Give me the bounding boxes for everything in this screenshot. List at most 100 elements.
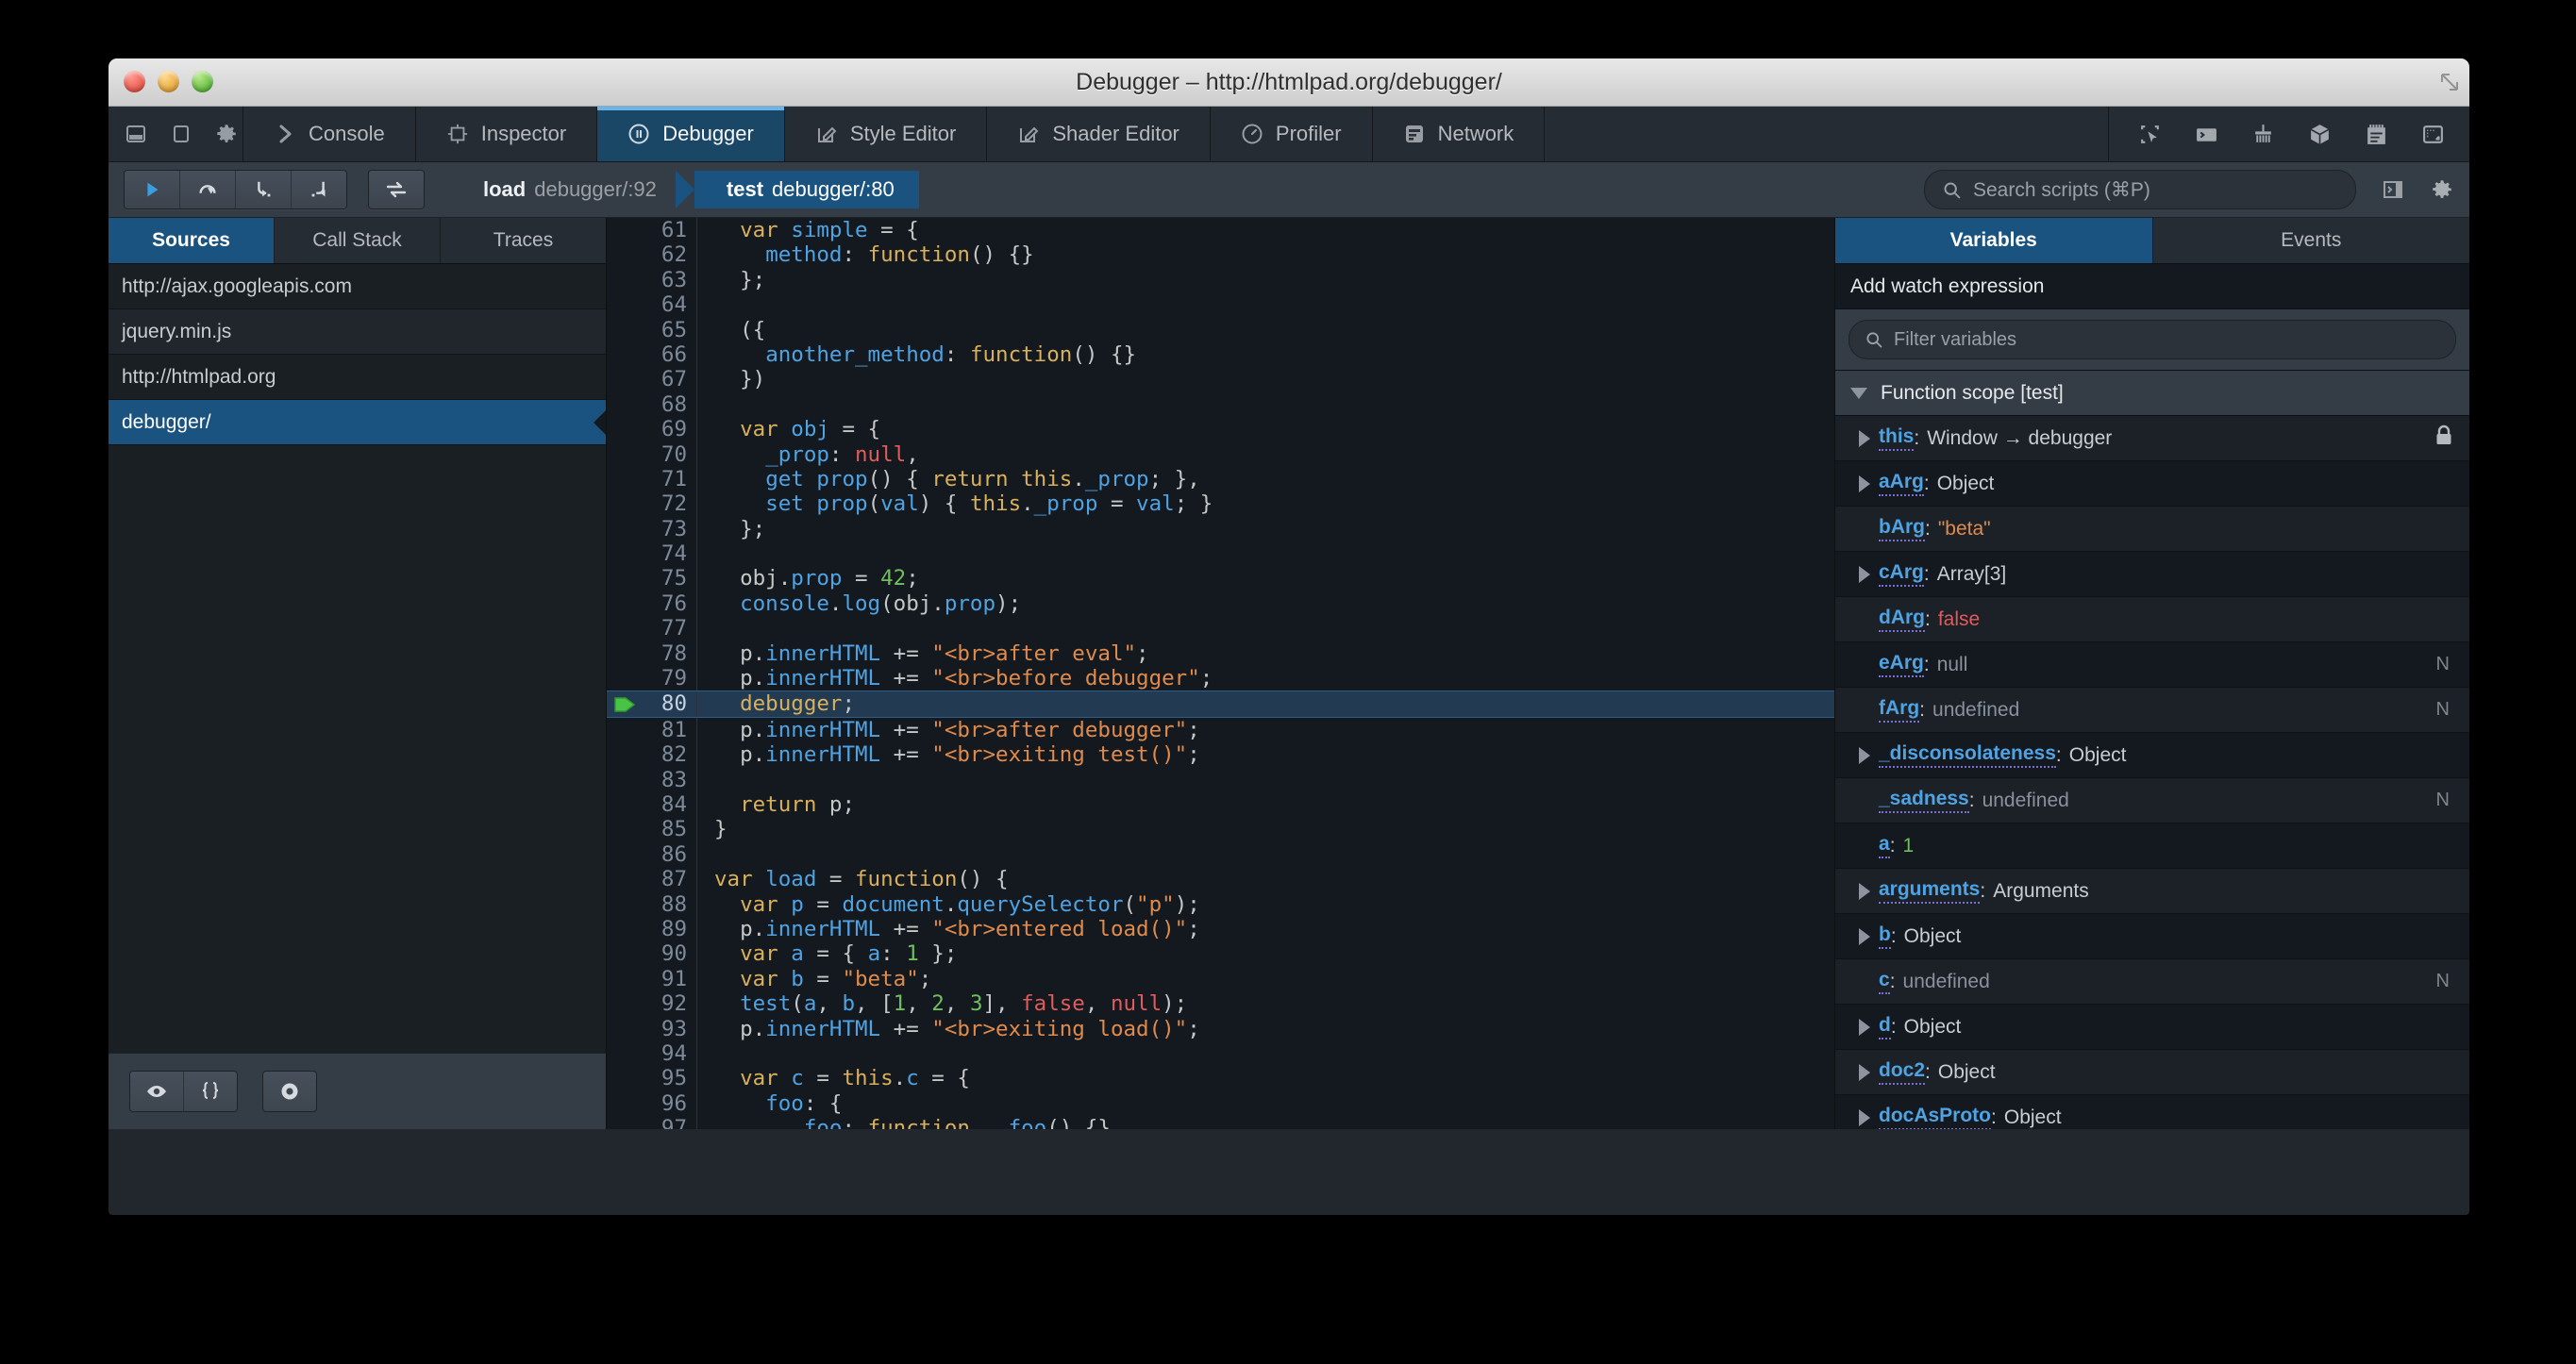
code-line[interactable]: 62 method: function() {} xyxy=(607,242,1834,268)
gear-icon[interactable] xyxy=(2430,177,2454,202)
tab-debugger[interactable]: Debugger xyxy=(597,107,785,161)
list-item[interactable]: http://ajax.googleapis.com xyxy=(109,264,606,309)
code-line[interactable]: 91 var b = "beta"; xyxy=(607,966,1834,992)
code-line[interactable]: 63 }; xyxy=(607,267,1834,293)
tab-profiler[interactable]: Profiler xyxy=(1211,107,1373,161)
code-line[interactable]: 96 foo: { xyxy=(607,1090,1834,1117)
box-3d-icon[interactable] xyxy=(2307,122,2332,146)
pretty-print-button[interactable] xyxy=(184,1072,237,1111)
code-line[interactable]: 64 xyxy=(607,292,1834,318)
gear-icon[interactable] xyxy=(214,122,239,146)
code-line[interactable]: 81 p.innerHTML += "<br>after debugger"; xyxy=(607,717,1834,743)
source-editor[interactable]: 61 var simple = {62 method: function() {… xyxy=(607,218,1834,1129)
chevron-right-icon[interactable] xyxy=(1850,429,1879,447)
step-out-button[interactable] xyxy=(292,171,346,208)
resume-button[interactable] xyxy=(125,171,180,208)
toggle-breakpoints-button[interactable] xyxy=(262,1071,317,1112)
step-over-button[interactable] xyxy=(180,171,236,208)
notepad-icon[interactable] xyxy=(2364,122,2388,146)
variable-row[interactable]: cArg: Array[3] xyxy=(1835,552,2469,597)
code-line[interactable]: 93 p.innerHTML += "<br>exiting load()"; xyxy=(607,1016,1834,1041)
tab-style-editor[interactable]: Style Editor xyxy=(785,107,988,161)
variable-row[interactable]: _disconsolateness: Object xyxy=(1835,733,2469,778)
code-line[interactable]: 95 var c = this.c = { xyxy=(607,1066,1834,1091)
code-line[interactable]: 79 p.innerHTML += "<br>before debugger"; xyxy=(607,666,1834,691)
stack-frame-test[interactable]: test debugger/:80 xyxy=(694,171,919,208)
tab-events[interactable]: Events xyxy=(2153,218,2470,263)
code-line[interactable]: 80 debugger; xyxy=(607,690,1834,718)
dock-bottom-icon[interactable] xyxy=(124,122,148,146)
variable-row[interactable]: a:1 xyxy=(1835,823,2469,869)
chevron-right-icon[interactable] xyxy=(1850,927,1879,945)
code-line[interactable]: 86 xyxy=(607,841,1834,868)
chevron-down-icon[interactable] xyxy=(1850,387,1867,399)
code-line[interactable]: 85} xyxy=(607,817,1834,842)
paint-brush-icon[interactable] xyxy=(2250,122,2275,146)
code-line[interactable]: 76 console.log(obj.prop); xyxy=(607,591,1834,617)
list-item[interactable]: jquery.min.js xyxy=(109,309,606,355)
variable-row[interactable]: arguments: Arguments xyxy=(1835,869,2469,914)
chevron-right-icon[interactable] xyxy=(1850,1063,1879,1081)
filter-variables-input[interactable]: Filter variables xyxy=(1848,320,2456,359)
toggle-pause-on-exceptions-button[interactable] xyxy=(369,171,424,208)
code-line[interactable]: 94 xyxy=(607,1040,1834,1067)
variable-row[interactable]: bArg: "beta" xyxy=(1835,507,2469,552)
code-line[interactable]: 77 xyxy=(607,616,1834,641)
pick-element-icon[interactable] xyxy=(2137,122,2162,146)
toggle-black-box-button[interactable] xyxy=(130,1072,184,1111)
tab-sources[interactable]: Sources xyxy=(109,218,275,263)
variable-row[interactable]: fArg: undefined N xyxy=(1835,688,2469,733)
variable-row[interactable]: b: Object xyxy=(1835,914,2469,959)
tab-shader-editor[interactable]: Shader Editor xyxy=(987,107,1211,161)
chevron-right-icon[interactable] xyxy=(1850,1018,1879,1036)
code-line[interactable]: 67 }) xyxy=(607,367,1834,392)
variable-row[interactable]: d: Object xyxy=(1835,1005,2469,1050)
stack-frame-load[interactable]: load debugger/:92 xyxy=(464,171,676,208)
variable-row[interactable]: aArg: Object xyxy=(1835,461,2469,507)
tab-network[interactable]: Network xyxy=(1373,107,1546,161)
resize-grip-icon[interactable] xyxy=(2439,72,2460,92)
code-line[interactable]: 90 var a = { a: 1 }; xyxy=(607,941,1834,967)
split-console-icon[interactable] xyxy=(2194,122,2218,146)
tab-variables[interactable]: Variables xyxy=(1835,218,2153,263)
code-line[interactable]: 73 }; xyxy=(607,516,1834,542)
code-line[interactable]: 65 ({ xyxy=(607,317,1834,342)
responsive-design-icon[interactable] xyxy=(2420,122,2445,146)
variable-row[interactable]: _sadness: undefined N xyxy=(1835,778,2469,823)
code-line[interactable]: 78 p.innerHTML += "<br>after eval"; xyxy=(607,640,1834,667)
variable-row[interactable]: dArg: false xyxy=(1835,597,2469,642)
code-line[interactable]: 74 xyxy=(607,541,1834,567)
code-line[interactable]: 72 set prop(val) { this._prop = val; } xyxy=(607,491,1834,517)
code-line[interactable]: 61 var simple = { xyxy=(607,218,1834,243)
tab-call-stack[interactable]: Call Stack xyxy=(275,218,441,263)
search-scripts-input[interactable]: Search scripts (⌘P) xyxy=(1924,170,2356,209)
code-line[interactable]: 70 _prop: null, xyxy=(607,441,1834,467)
add-watch-expression-button[interactable]: Add watch expression xyxy=(1835,264,2469,309)
tab-inspector[interactable]: Inspector xyxy=(416,107,598,161)
tab-traces[interactable]: Traces xyxy=(441,218,606,263)
variable-row[interactable]: doc2: Object xyxy=(1835,1050,2469,1095)
chevron-right-icon[interactable] xyxy=(1850,474,1879,492)
step-in-button[interactable] xyxy=(236,171,292,208)
toggle-panes-icon[interactable] xyxy=(2381,177,2405,202)
chevron-right-icon[interactable] xyxy=(1850,565,1879,583)
chevron-right-icon[interactable] xyxy=(1850,882,1879,900)
code-line[interactable]: 66 another_method: function() {} xyxy=(607,341,1834,368)
code-line[interactable]: 97 _foo: function __foo() {} xyxy=(607,1116,1834,1129)
variable-row[interactable]: this: Window → debugger xyxy=(1835,416,2469,461)
code-line[interactable]: 82 p.innerHTML += "<br>exiting test()"; xyxy=(607,742,1834,768)
tab-console[interactable]: Console xyxy=(243,107,416,161)
code-line[interactable]: 88 var p = document.querySelector("p"); xyxy=(607,891,1834,917)
scope-header[interactable]: Function scope [test] xyxy=(1835,371,2469,416)
variable-row[interactable]: eArg: null N xyxy=(1835,642,2469,688)
code-line[interactable]: 83 xyxy=(607,767,1834,792)
list-item-selected[interactable]: debugger/ xyxy=(109,400,606,445)
paused-location-marker[interactable] xyxy=(607,695,644,714)
chevron-right-icon[interactable] xyxy=(1850,746,1879,764)
code-line[interactable]: 84 return p; xyxy=(607,791,1834,818)
code-line[interactable]: 89 p.innerHTML += "<br>entered load()"; xyxy=(607,916,1834,942)
code-line[interactable]: 68 xyxy=(607,391,1834,418)
chevron-right-icon[interactable] xyxy=(1850,1108,1879,1126)
variable-row[interactable]: c: undefined N xyxy=(1835,959,2469,1005)
code-line[interactable]: 75 obj.prop = 42; xyxy=(607,566,1834,591)
